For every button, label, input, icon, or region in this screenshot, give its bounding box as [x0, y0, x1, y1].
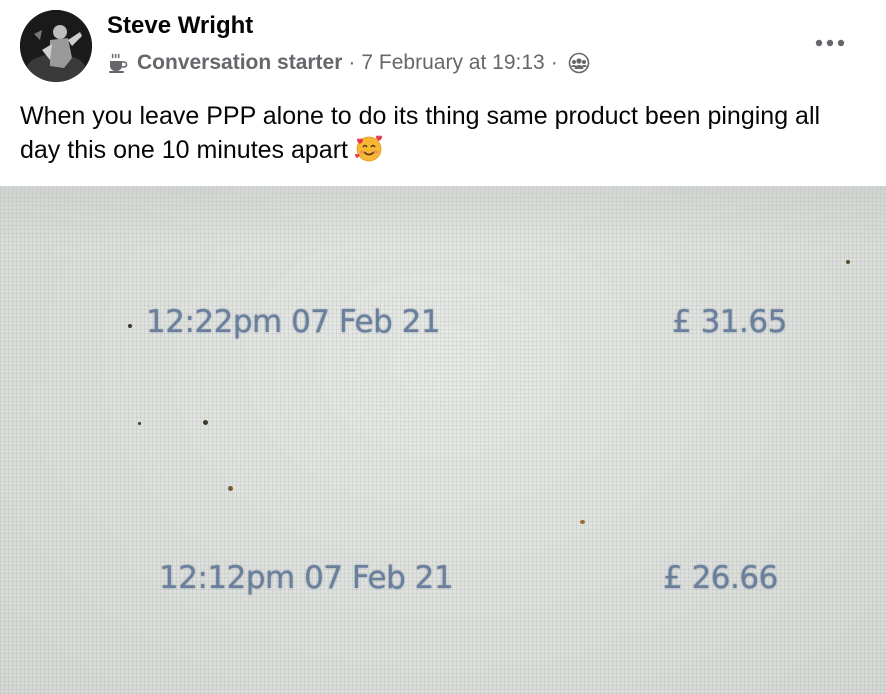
smiling-face-with-hearts-icon: [354, 133, 384, 163]
post-header: Steve Wright Conversation starter · 7 Fe…: [0, 0, 886, 90]
more-dots-icon: [815, 34, 845, 52]
speck: [228, 486, 233, 491]
badge-label[interactable]: Conversation starter: [137, 51, 342, 75]
more-options-button[interactable]: [808, 28, 852, 58]
post-photo[interactable]: 12:22pm 07 Feb 21 £ 31.65 12:12pm 07 Feb…: [0, 186, 886, 694]
speck: [203, 420, 208, 425]
sale-price: £ 26.66: [663, 560, 778, 596]
avatar[interactable]: [20, 10, 92, 82]
meta-separator: ·: [550, 51, 558, 74]
post-meta: Conversation starter · 7 February at 19:…: [107, 50, 590, 76]
sale-time: 12:22pm 07 Feb 21: [146, 304, 441, 340]
post-date[interactable]: 7 February at 19:13: [361, 51, 544, 75]
speck: [846, 260, 850, 264]
post-text: When you leave PPP alone to do its thing…: [20, 99, 860, 167]
meta-separator: ·: [348, 51, 356, 74]
photo-shadow-band: [0, 186, 886, 244]
post-text-body: When you leave PPP alone to do its thing…: [20, 102, 821, 164]
speck: [580, 520, 585, 524]
group-audience-icon[interactable]: [568, 52, 590, 74]
sale-time: 12:12pm 07 Feb 21: [159, 560, 454, 596]
speck: [128, 324, 132, 328]
author-name[interactable]: Steve Wright: [107, 12, 253, 40]
sale-price: £ 31.65: [672, 304, 787, 340]
coffee-cup-icon: [107, 52, 129, 74]
speck: [138, 422, 141, 425]
